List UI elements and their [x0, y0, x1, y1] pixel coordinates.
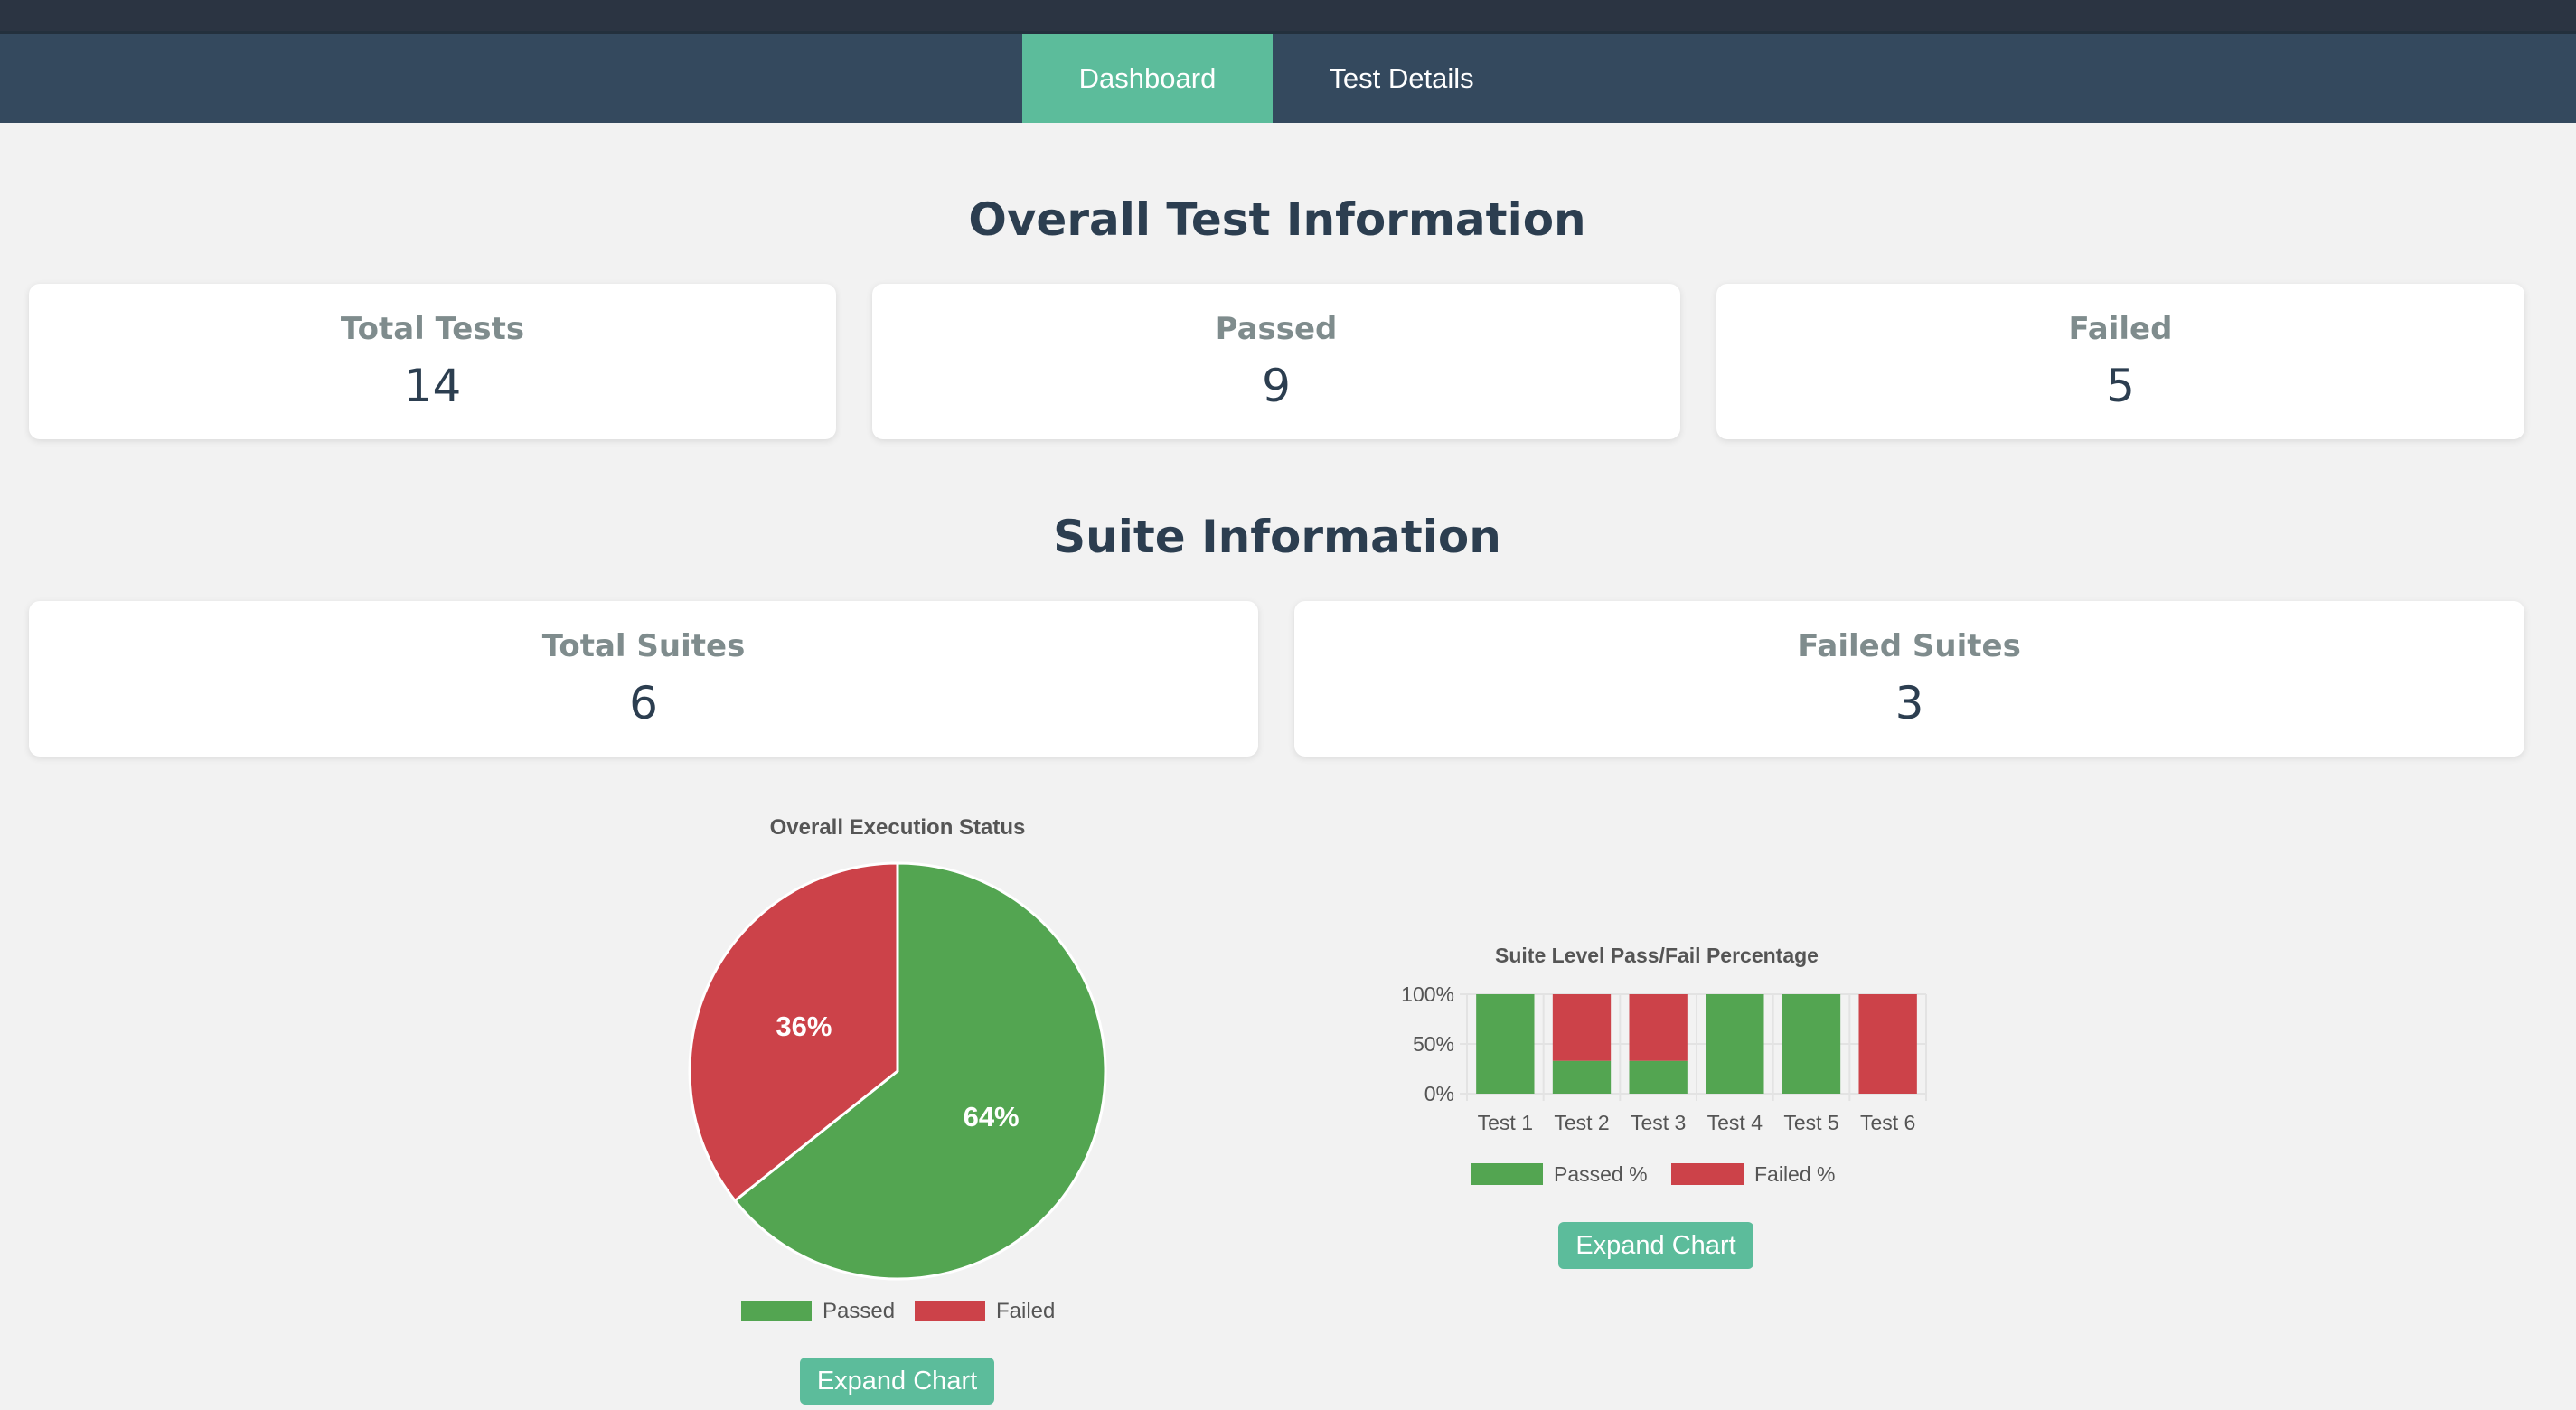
- bar-x-tick-label: Test 6: [1860, 1111, 1915, 1134]
- expand-bar-chart-button[interactable]: Expand Chart: [1558, 1222, 1753, 1269]
- bar-legend-label-passed: Passed %: [1554, 1162, 1648, 1186]
- pie-legend-swatch-failed: [915, 1301, 985, 1321]
- nav-bar: Dashboard Test Details: [0, 34, 2576, 123]
- total-suites-label: Total Suites: [541, 628, 746, 664]
- tab-dashboard[interactable]: Dashboard: [1022, 34, 1273, 123]
- pie-chart-title: Overall Execution Status: [770, 815, 1026, 840]
- bar-x-tick-label: Test 2: [1554, 1111, 1609, 1134]
- passed-label: Passed: [1215, 311, 1338, 347]
- pie-legend-label-failed: Failed: [996, 1299, 1055, 1323]
- bar-segment-passed: [1782, 994, 1841, 1094]
- bar-segment-passed: [1629, 1060, 1688, 1094]
- bar-y-tick-label: 0%: [1424, 1082, 1454, 1105]
- failed-value: 5: [2106, 360, 2135, 412]
- bar-x-tick-label: Test 5: [1783, 1111, 1838, 1134]
- window-top-strip: [0, 0, 2576, 34]
- bar-segment-failed: [1629, 994, 1688, 1061]
- total-tests-label: Total Tests: [340, 311, 525, 347]
- bar-legend-label-failed: Failed %: [1754, 1162, 1835, 1186]
- bar-segment-passed: [1706, 994, 1764, 1094]
- bar-segment-failed: [1858, 994, 1917, 1094]
- tab-test-details[interactable]: Test Details: [1273, 34, 1530, 123]
- failed-suites-card: Failed Suites 3: [1294, 601, 2524, 757]
- overall-execution-pie-chart: Overall Execution Status 64% 36% Passed Fa…: [688, 815, 1107, 1323]
- failed-suites-value: 3: [1894, 677, 1924, 729]
- total-suites-card: Total Suites 6: [29, 601, 1258, 757]
- bar-legend-swatch-failed: [1671, 1163, 1744, 1185]
- pie-legend-label-passed: Passed: [823, 1299, 895, 1323]
- failed-label: Failed: [2068, 311, 2173, 347]
- failed-suites-label: Failed Suites: [1798, 628, 2021, 664]
- bar-segment-failed: [1552, 994, 1612, 1061]
- bar-legend-swatch-passed: [1471, 1163, 1543, 1185]
- pie-legend-swatch-passed: [741, 1301, 812, 1321]
- suite-pass-fail-bar-chart: Suite Level Pass/Fail Percentage 100% 50%…: [1401, 944, 1927, 1186]
- pie-slice-label-failed: 36%: [776, 1010, 832, 1042]
- overall-section-title: Overall Test Information: [968, 193, 1586, 246]
- bar-segment-passed: [1552, 1060, 1612, 1094]
- bar-x-tick-label: Test 1: [1478, 1111, 1533, 1134]
- total-tests-card: Total Tests 14: [29, 284, 836, 439]
- bar-y-tick-label: 100%: [1401, 982, 1454, 1006]
- pie-slice-label-passed: 64%: [964, 1101, 1020, 1133]
- expand-pie-chart-button[interactable]: Expand Chart: [800, 1358, 994, 1405]
- bar-x-tick-label: Test 4: [1707, 1111, 1763, 1134]
- bar-chart-title: Suite Level Pass/Fail Percentage: [1495, 944, 1819, 967]
- suite-section-title: Suite Information: [1053, 511, 1501, 563]
- failed-card: Failed 5: [1716, 284, 2524, 439]
- passed-card: Passed 9: [872, 284, 1680, 439]
- bar-x-tick-label: Test 3: [1631, 1111, 1686, 1134]
- bar-segment-passed: [1476, 994, 1535, 1094]
- passed-value: 9: [1262, 360, 1291, 412]
- total-tests-value: 14: [403, 360, 462, 412]
- bar-y-tick-label: 50%: [1413, 1032, 1454, 1056]
- total-suites-value: 6: [629, 677, 658, 729]
